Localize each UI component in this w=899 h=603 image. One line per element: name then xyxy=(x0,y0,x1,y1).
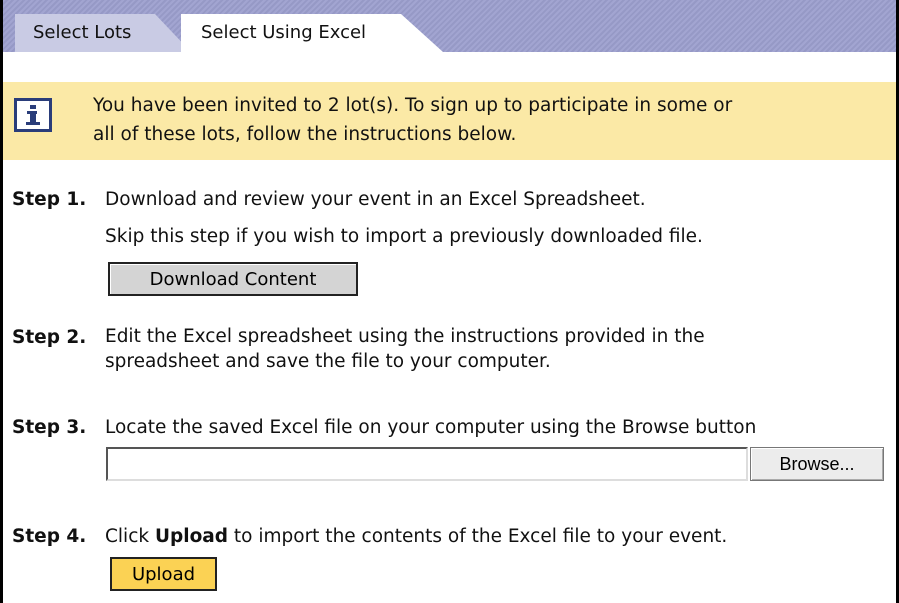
step-2-line-1: Edit the Excel spreadsheet using the ins… xyxy=(105,326,705,347)
step-4-text: Click Upload to import the contents of t… xyxy=(105,523,727,551)
step-3-text: Locate the saved Excel file on your comp… xyxy=(105,417,757,438)
info-banner-line-2: all of these lots, follow the instructio… xyxy=(93,124,517,145)
step-3-label: Step 3. xyxy=(12,417,87,438)
step-1-label: Step 1. xyxy=(12,189,87,210)
info-banner-text: You have been invited to 2 lot(s). To si… xyxy=(93,91,893,149)
step-2-label: Step 2. xyxy=(12,327,87,348)
step-1-text: Download and review your event in an Exc… xyxy=(105,186,703,251)
info-icon xyxy=(14,98,52,132)
tab-select-lots-label: Select Lots xyxy=(33,22,132,43)
tab-select-lots[interactable]: Select Lots xyxy=(15,14,191,52)
upload-button[interactable]: Upload xyxy=(110,557,217,591)
browse-button[interactable]: Browse... xyxy=(750,447,884,481)
info-banner-line-1: You have been invited to 2 lot(s). To si… xyxy=(93,95,733,116)
step-2-text: Edit the Excel spreadsheet using the ins… xyxy=(105,324,705,374)
download-content-button[interactable]: Download Content xyxy=(108,262,358,296)
step-2-line-2: spreadsheet and save the file to your co… xyxy=(105,351,551,372)
tab-select-using-excel-label: Select Using Excel xyxy=(201,22,367,43)
step-1-line-1: Download and review your event in an Exc… xyxy=(105,189,646,210)
step-4-text-pre: Click xyxy=(105,526,155,547)
tab-select-using-excel[interactable]: Select Using Excel xyxy=(181,14,443,52)
step-1-line-2: Skip this step if you wish to import a p… xyxy=(105,226,703,247)
step-4-label: Step 4. xyxy=(12,526,87,547)
tab-bar: Select Lots Select Using Excel xyxy=(3,0,896,52)
info-banner: You have been invited to 2 lot(s). To si… xyxy=(3,82,896,160)
step-4-text-bold: Upload xyxy=(154,526,229,547)
file-path-input[interactable] xyxy=(106,447,748,481)
step-4-text-post: to import the contents of the Excel file… xyxy=(228,526,728,547)
